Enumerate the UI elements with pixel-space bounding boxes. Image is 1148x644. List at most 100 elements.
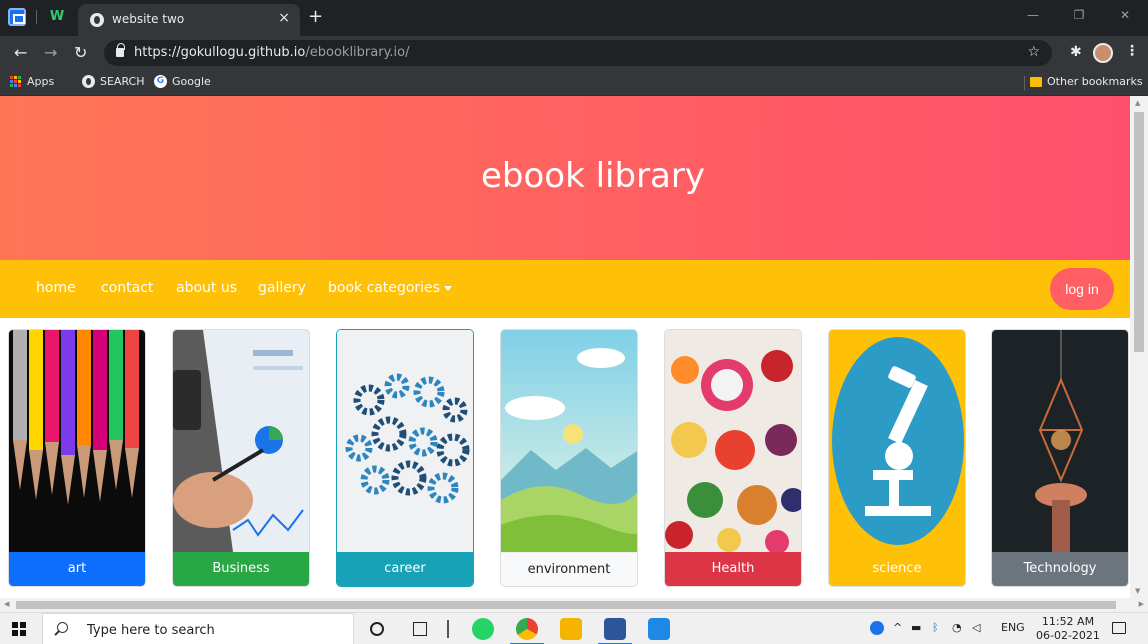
window-controls: — ❐ ✕	[1010, 0, 1148, 30]
nav-about[interactable]: about us	[176, 280, 237, 296]
url-path: /ebooklibrary.io/	[305, 45, 410, 60]
url-host: https://gokullogu.github.io	[134, 45, 306, 60]
divider	[447, 620, 449, 638]
bookmark-search[interactable]: SEARCH	[82, 75, 145, 88]
scroll-right-icon[interactable]: ▶	[1139, 600, 1144, 608]
search-icon	[57, 622, 68, 633]
scroll-up-icon[interactable]: ▲	[1135, 99, 1140, 107]
bookmark-other-label: Other bookmarks	[1047, 75, 1143, 88]
category-label-career: career	[337, 552, 473, 586]
nav-contact[interactable]: contact	[101, 280, 153, 296]
horizontal-scrollbar[interactable]: ◀ ▶	[0, 598, 1148, 612]
word-icon[interactable]	[598, 618, 632, 644]
health-image	[665, 330, 801, 552]
close-window-icon[interactable]: ✕	[1102, 0, 1148, 30]
start-button[interactable]	[12, 622, 26, 636]
category-label-health: Health	[665, 552, 801, 586]
w-app-icon[interactable]: W	[48, 8, 66, 26]
environment-image	[501, 330, 637, 552]
cortana-icon[interactable]	[370, 622, 384, 636]
vertical-scrollbar[interactable]: ▲ ▼	[1130, 96, 1148, 598]
bookmark-star-icon[interactable]: ☆	[1027, 44, 1040, 60]
globe-icon	[90, 13, 104, 27]
category-card-health[interactable]: Health	[664, 329, 802, 587]
notification-icon[interactable]	[1112, 622, 1126, 634]
bookmark-other[interactable]: Other bookmarks	[1030, 75, 1143, 88]
category-card-career[interactable]: career	[336, 329, 474, 587]
scroll-left-icon[interactable]: ◀	[4, 600, 9, 608]
battery-icon[interactable]: ▬	[911, 621, 921, 634]
clock-time: 11:52 AM	[1041, 615, 1095, 628]
category-label-technology: Technology	[992, 552, 1128, 586]
category-label-environment: environment	[501, 552, 637, 586]
help-icon[interactable]	[870, 621, 884, 635]
category-card-science[interactable]: science	[828, 329, 966, 587]
wifi-icon[interactable]: ◔	[952, 621, 962, 634]
language-indicator[interactable]: ENG	[1001, 621, 1025, 634]
file-explorer-icon[interactable]	[560, 618, 582, 640]
chrome-icon[interactable]	[510, 618, 544, 644]
page-viewport: ebook library home contact about us gall…	[0, 96, 1130, 598]
reload-icon[interactable]: ↻	[74, 43, 87, 62]
scrollbar-thumb[interactable]	[16, 601, 1116, 609]
art-image	[9, 330, 145, 552]
clock[interactable]: 11:52 AM 06-02-2021	[1036, 615, 1100, 643]
business-image	[173, 330, 309, 552]
tab-title: website two	[112, 12, 185, 26]
apps-grid-icon	[10, 75, 22, 88]
category-card-art[interactable]: art	[8, 329, 146, 587]
globe-icon	[82, 75, 95, 88]
folder-icon	[1030, 76, 1042, 87]
app-icon[interactable]	[8, 8, 26, 26]
divider	[1024, 76, 1025, 90]
back-icon[interactable]: ←	[14, 43, 27, 62]
bookmarks-bar: Apps SEARCH G Google Other bookmarks	[0, 70, 1148, 96]
nav-book-categories[interactable]: book categories	[328, 280, 452, 296]
address-bar[interactable]: https://gokullogu.github.io/ebooklibrary…	[104, 40, 1052, 66]
site-navbar: home contact about us gallery book categ…	[0, 260, 1130, 318]
bookmark-google-label: Google	[172, 75, 211, 88]
whatsapp-icon[interactable]	[472, 618, 494, 640]
hero-banner: ebook library	[0, 96, 1130, 260]
category-label-science: science	[829, 552, 965, 586]
task-view-icon[interactable]	[413, 622, 427, 636]
category-label-art: art	[9, 552, 145, 586]
nav-book-categories-label: book categories	[328, 280, 440, 296]
nav-home[interactable]: home	[36, 280, 76, 296]
nav-gallery[interactable]: gallery	[258, 280, 306, 296]
clock-date: 06-02-2021	[1036, 629, 1100, 642]
menu-icon[interactable]: ⋮	[1125, 43, 1139, 59]
forward-icon[interactable]: →	[44, 43, 57, 62]
login-button[interactable]: log in	[1050, 268, 1114, 310]
scrollbar-thumb[interactable]	[1134, 112, 1144, 352]
windows-taskbar: Type here to search ^ ▬ ᛒ ◔ ◁ ENG 11:52 …	[0, 612, 1148, 644]
extensions-icon[interactable]: ✱	[1070, 44, 1082, 60]
category-card-business[interactable]: Business	[172, 329, 310, 587]
bookmark-apps[interactable]: Apps	[10, 75, 54, 88]
google-icon: G	[154, 75, 167, 88]
close-tab-icon[interactable]: ×	[278, 10, 290, 26]
lock-icon	[116, 43, 125, 57]
technology-image	[992, 330, 1128, 552]
bookmark-search-label: SEARCH	[100, 75, 145, 88]
category-label-business: Business	[173, 552, 309, 586]
restore-icon[interactable]: ❐	[1056, 0, 1102, 30]
bluetooth-icon[interactable]: ᛒ	[932, 621, 939, 634]
category-card-technology[interactable]: Technology	[991, 329, 1129, 587]
scroll-down-icon[interactable]: ▼	[1135, 587, 1140, 595]
photos-icon[interactable]	[648, 618, 670, 640]
category-card-environment[interactable]: environment	[500, 329, 638, 587]
divider	[36, 10, 37, 24]
new-tab-button[interactable]: +	[308, 6, 323, 27]
chevron-up-icon[interactable]: ^	[893, 621, 902, 634]
browser-title-bar: W website two × + — ❐ ✕	[0, 0, 1148, 36]
minimize-icon[interactable]: —	[1010, 0, 1056, 30]
bookmark-apps-label: Apps	[27, 75, 55, 88]
browser-tab[interactable]: website two ×	[78, 4, 300, 36]
volume-icon[interactable]: ◁	[972, 621, 980, 634]
career-image	[337, 330, 473, 552]
taskbar-search[interactable]: Type here to search	[42, 613, 354, 644]
bookmark-google[interactable]: G Google	[154, 75, 211, 88]
profile-avatar[interactable]	[1093, 43, 1113, 63]
url-text[interactable]: https://gokullogu.github.io/ebooklibrary…	[134, 45, 410, 60]
